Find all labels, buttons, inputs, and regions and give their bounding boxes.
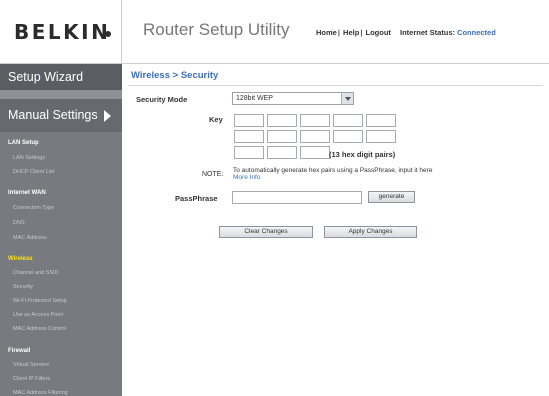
key-field-2[interactable] bbox=[267, 114, 297, 127]
sidebar-section-lan-setup: LAN Setup bbox=[8, 140, 39, 146]
sidebar-item-client-ip-filters[interactable]: Client IP Filters bbox=[13, 376, 50, 382]
sidebar-item-security[interactable]: Security bbox=[13, 284, 33, 290]
sidebar-item-connection-type[interactable]: Connection Type bbox=[13, 205, 54, 211]
note-text: To automatically generate hex pairs usin… bbox=[233, 167, 433, 174]
sidebar: Setup Wizard Manual Settings LAN Setup L… bbox=[0, 64, 122, 396]
internet-status-label: Internet Status: bbox=[400, 28, 456, 37]
help-link[interactable]: Help bbox=[343, 28, 359, 37]
sidebar-item-virtual-servers[interactable]: Virtual Servers bbox=[13, 362, 49, 368]
manual-settings-label: Manual Settings bbox=[8, 108, 98, 122]
apply-changes-button[interactable]: Apply Changes bbox=[324, 226, 417, 238]
chevron-down-icon[interactable] bbox=[341, 93, 353, 104]
sidebar-section-wireless: Wireless bbox=[8, 256, 33, 262]
sidebar-item-channel-and-ssid[interactable]: Channel and SSID bbox=[13, 270, 59, 276]
key-field-1[interactable] bbox=[234, 114, 264, 127]
manual-settings-button[interactable]: Manual Settings bbox=[0, 99, 122, 132]
arrow-right-icon bbox=[104, 110, 111, 122]
key-field-11[interactable] bbox=[234, 146, 264, 159]
breadcrumb: Wireless > Security bbox=[131, 70, 219, 81]
clear-changes-button[interactable]: Clear Changes bbox=[219, 226, 313, 238]
setup-wizard-button[interactable]: Setup Wizard bbox=[0, 64, 122, 90]
belkin-logo[interactable]: BELKIN bbox=[0, 0, 122, 64]
more-info-link[interactable]: More Info bbox=[233, 174, 260, 181]
key-field-8[interactable] bbox=[300, 130, 330, 143]
internet-status-value: Connected bbox=[457, 28, 496, 37]
logo-text: BELKIN bbox=[14, 20, 111, 44]
sidebar-item-mac-address[interactable]: MAC Address bbox=[13, 235, 47, 241]
passphrase-input[interactable] bbox=[232, 191, 362, 204]
key-field-5[interactable] bbox=[366, 114, 396, 127]
home-link[interactable]: Home bbox=[316, 28, 337, 37]
sidebar-item-dns[interactable]: DNS bbox=[13, 220, 25, 226]
setup-wizard-label: Setup Wizard bbox=[8, 70, 84, 84]
logo-dot-icon bbox=[105, 31, 111, 37]
sidebar-item-mac-address-filtering[interactable]: MAC Address Filtering bbox=[13, 390, 68, 396]
key-field-3[interactable] bbox=[300, 114, 330, 127]
sidebar-item-wifi-protected-setup[interactable]: Wi-Fi Protected Setup bbox=[13, 298, 67, 304]
sidebar-item-mac-address-control[interactable]: MAC Address Control bbox=[13, 326, 66, 332]
logout-link[interactable]: Logout bbox=[366, 28, 391, 37]
sidebar-item-use-as-access-point[interactable]: Use as Access Point bbox=[13, 312, 63, 318]
header: BELKIN Router Setup Utility Home| Help| … bbox=[0, 0, 549, 64]
key-field-10[interactable] bbox=[366, 130, 396, 143]
note-label: NOTE: bbox=[202, 171, 224, 178]
key-field-7[interactable] bbox=[267, 130, 297, 143]
sidebar-section-firewall: Firewall bbox=[8, 348, 31, 354]
main-content: Wireless > Security Security Mode 128bit… bbox=[122, 64, 549, 396]
security-mode-select[interactable]: 128bit WEP bbox=[232, 92, 354, 105]
key-field-4[interactable] bbox=[333, 114, 363, 127]
security-mode-value: 128bit WEP bbox=[236, 95, 273, 102]
security-mode-label: Security Mode bbox=[136, 95, 188, 104]
key-field-9[interactable] bbox=[333, 130, 363, 143]
top-links: Home| Help| Logout Internet Status: Conne… bbox=[316, 28, 496, 37]
key-field-12[interactable] bbox=[267, 146, 297, 159]
generate-button[interactable]: generate bbox=[368, 191, 415, 203]
key-label: Key bbox=[209, 115, 223, 124]
passphrase-label: PassPhrase bbox=[175, 194, 218, 203]
key-field-13[interactable] bbox=[300, 146, 330, 159]
key-field-6[interactable] bbox=[234, 130, 264, 143]
app-title: Router Setup Utility bbox=[143, 20, 290, 39]
link-separator: | bbox=[360, 28, 363, 37]
sidebar-item-lan-settings[interactable]: LAN Settings bbox=[13, 155, 45, 161]
divider bbox=[128, 85, 543, 86]
link-separator: | bbox=[337, 28, 340, 37]
sidebar-divider bbox=[0, 90, 122, 99]
sidebar-item-dhcp-client-list[interactable]: DHCP Client List bbox=[13, 169, 54, 175]
hex-hint: (13 hex digit pairs) bbox=[329, 150, 396, 159]
sidebar-section-internet-wan: Internet WAN bbox=[8, 190, 46, 196]
